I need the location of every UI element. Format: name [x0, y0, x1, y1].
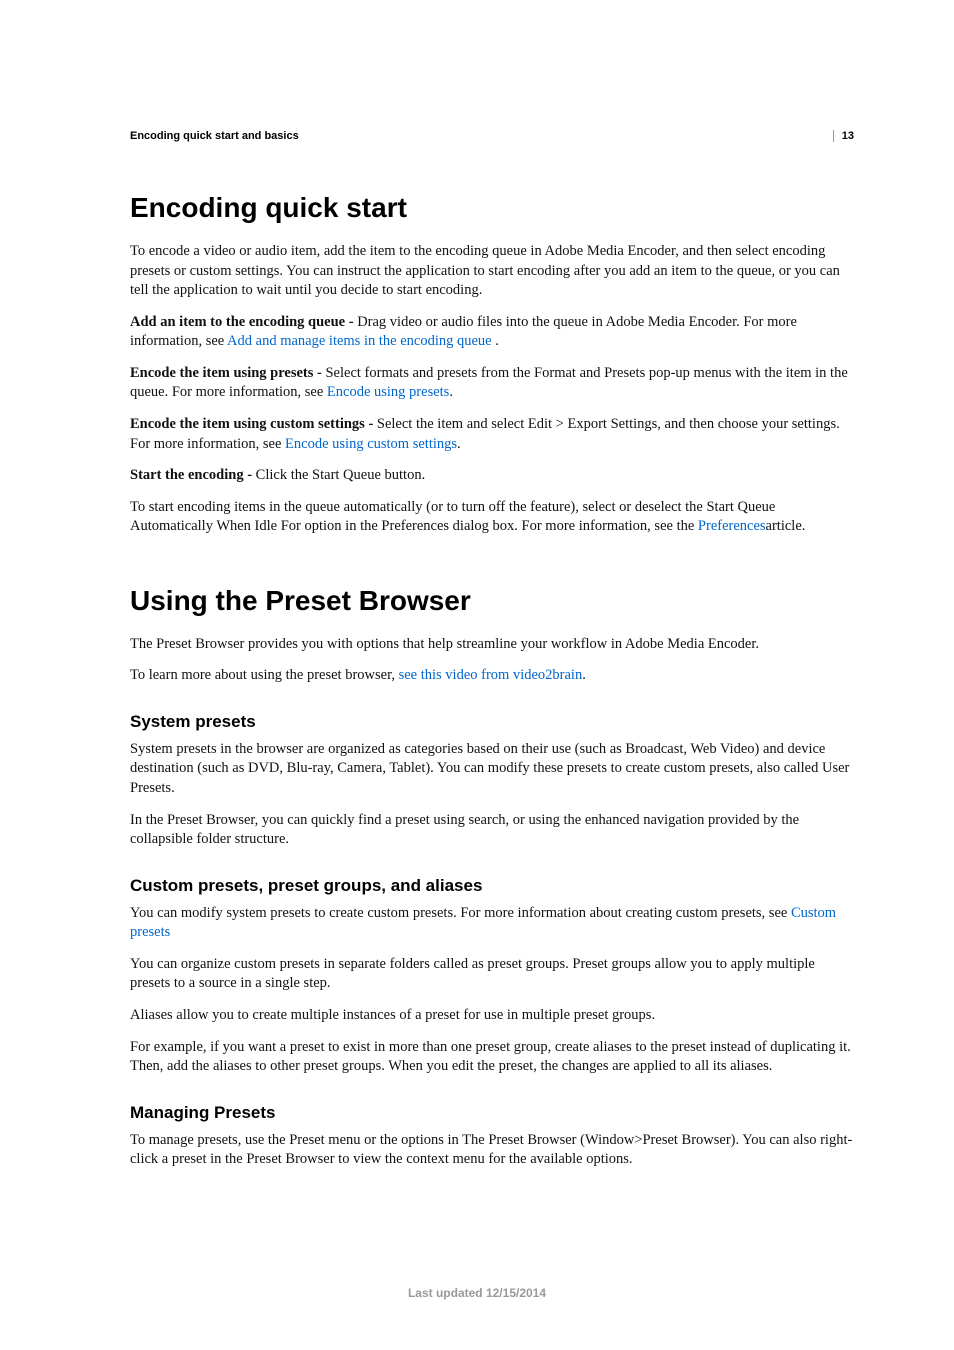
- link-video2brain[interactable]: see this video from video2brain: [399, 667, 583, 683]
- text: .: [449, 384, 453, 400]
- term-encode-custom: Encode the item using custom settings -: [130, 416, 377, 432]
- page-number: 13: [833, 130, 854, 142]
- text: article.: [766, 518, 806, 534]
- heading-system-presets: System presets: [130, 712, 854, 732]
- link-add-manage-queue[interactable]: Add and manage items in the encoding que…: [227, 333, 495, 349]
- paragraph: Encode the item using custom settings - …: [130, 415, 854, 454]
- paragraph: You can organize custom presets in separ…: [130, 955, 854, 994]
- text: .: [495, 333, 499, 349]
- paragraph: The Preset Browser provides you with opt…: [130, 635, 854, 655]
- text: To learn more about using the preset bro…: [130, 667, 399, 683]
- paragraph: System presets in the browser are organi…: [130, 740, 854, 799]
- term-start-encoding: Start the encoding -: [130, 467, 256, 483]
- paragraph: To encode a video or audio item, add the…: [130, 242, 854, 301]
- heading-encoding-quick-start: Encoding quick start: [130, 192, 854, 224]
- text: .: [582, 667, 586, 683]
- term-add-item: Add an item to the encoding queue -: [130, 314, 357, 330]
- text: Click the Start Queue button.: [256, 467, 426, 483]
- heading-custom-presets: Custom presets, preset groups, and alias…: [130, 876, 854, 896]
- heading-using-preset-browser: Using the Preset Browser: [130, 585, 854, 617]
- paragraph: Add an item to the encoding queue - Drag…: [130, 313, 854, 352]
- paragraph: In the Preset Browser, you can quickly f…: [130, 811, 854, 850]
- paragraph: Encode the item using presets - Select f…: [130, 364, 854, 403]
- paragraph: To learn more about using the preset bro…: [130, 666, 854, 686]
- link-preferences[interactable]: Preferences: [698, 518, 766, 534]
- term-encode-presets: Encode the item using presets -: [130, 365, 325, 381]
- paragraph: For example, if you want a preset to exi…: [130, 1038, 854, 1077]
- running-header: Encoding quick start and basics: [130, 130, 854, 142]
- link-encode-custom-settings[interactable]: Encode using custom settings: [285, 436, 457, 452]
- text: .: [457, 436, 461, 452]
- text: To start encoding items in the queue aut…: [130, 499, 775, 535]
- footer-last-updated: Last updated 12/15/2014: [0, 1286, 954, 1300]
- link-encode-using-presets[interactable]: Encode using presets: [327, 384, 449, 400]
- text: You can modify system presets to create …: [130, 905, 791, 921]
- paragraph: To manage presets, use the Preset menu o…: [130, 1131, 854, 1170]
- heading-managing-presets: Managing Presets: [130, 1103, 854, 1123]
- paragraph: You can modify system presets to create …: [130, 904, 854, 943]
- paragraph: Aliases allow you to create multiple ins…: [130, 1006, 854, 1026]
- paragraph: Start the encoding - Click the Start Que…: [130, 466, 854, 486]
- paragraph: To start encoding items in the queue aut…: [130, 498, 854, 537]
